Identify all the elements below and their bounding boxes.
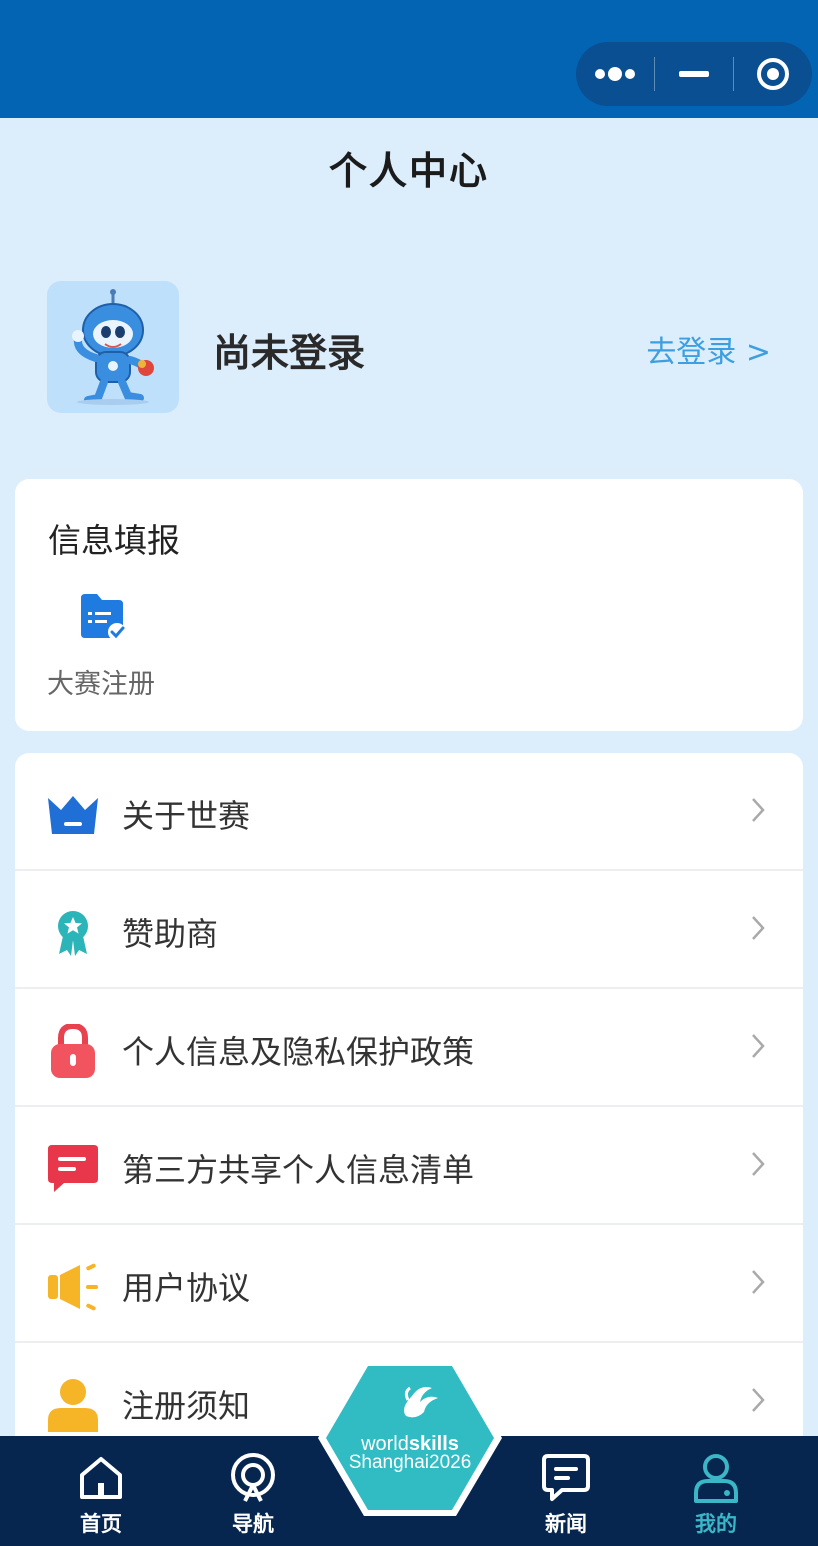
avatar[interactable] bbox=[47, 281, 179, 413]
login-status: 尚未登录 bbox=[213, 331, 366, 375]
chevron-right-icon bbox=[751, 797, 765, 827]
chevron-right-icon bbox=[751, 1269, 765, 1299]
tab-label: 我的 bbox=[695, 1512, 737, 1536]
chevron-right-icon bbox=[751, 915, 765, 945]
more-button[interactable] bbox=[576, 42, 654, 106]
chevron-right-icon bbox=[751, 1387, 765, 1417]
worldskills-logo-line2: Shanghai2026 bbox=[348, 1452, 472, 1473]
menu-item-privacy-policy[interactable]: 个人信息及隐私保护政策 bbox=[15, 989, 803, 1107]
menu-item-label: 注册须知 bbox=[122, 1387, 251, 1425]
competition-registration-label: 大赛注册 bbox=[47, 669, 155, 700]
menu-item-label: 赞助商 bbox=[122, 915, 219, 953]
message-list-icon bbox=[45, 1141, 101, 1197]
target-icon bbox=[757, 58, 789, 90]
menu-item-sponsors[interactable]: 赞助商 bbox=[15, 871, 803, 989]
news-chat-icon bbox=[540, 1452, 592, 1504]
competition-registration[interactable]: 大赛注册 bbox=[47, 590, 159, 700]
mini-program-capsule bbox=[576, 42, 812, 106]
lock-icon bbox=[45, 1023, 101, 1079]
tab-navigation[interactable]: 导航 bbox=[193, 1436, 313, 1546]
user-icon bbox=[45, 1377, 101, 1433]
login-link[interactable]: 去登录 > bbox=[646, 327, 771, 371]
megaphone-icon bbox=[45, 1259, 101, 1315]
menu-item-label: 个人信息及隐私保护政策 bbox=[122, 1033, 475, 1071]
mascot-avatar-icon bbox=[72, 289, 154, 405]
minimize-button[interactable] bbox=[655, 42, 733, 106]
tab-label: 首页 bbox=[80, 1512, 122, 1536]
profile-icon bbox=[693, 1452, 739, 1504]
info-card-title: 信息填报 bbox=[48, 521, 180, 560]
home-icon bbox=[78, 1452, 124, 1504]
location-pin-icon bbox=[229, 1452, 277, 1504]
tab-news[interactable]: 新闻 bbox=[506, 1436, 626, 1546]
worldskills-logo-line1: worldskills bbox=[361, 1433, 459, 1455]
menu-item-label: 用户协议 bbox=[122, 1269, 251, 1307]
more-dots-icon bbox=[595, 67, 635, 81]
crown-icon bbox=[45, 787, 101, 843]
minimize-icon bbox=[679, 71, 709, 77]
menu-item-about[interactable]: 关于世赛 bbox=[15, 753, 803, 871]
menu-item-third-party-list[interactable]: 第三方共享个人信息清单 bbox=[15, 1107, 803, 1225]
tab-mine[interactable]: 我的 bbox=[656, 1436, 776, 1546]
chevron-right-icon bbox=[751, 1151, 765, 1181]
folder-check-icon bbox=[79, 592, 127, 646]
tab-label: 导航 bbox=[232, 1512, 274, 1536]
close-button[interactable] bbox=[734, 42, 812, 106]
menu-item-user-agreement[interactable]: 用户协议 bbox=[15, 1225, 803, 1343]
chevron-right-icon bbox=[751, 1033, 765, 1063]
page-title: 个人中心 bbox=[328, 149, 489, 193]
award-ribbon-icon bbox=[45, 905, 101, 961]
tab-home[interactable]: 首页 bbox=[41, 1436, 161, 1546]
menu-item-label: 第三方共享个人信息清单 bbox=[122, 1151, 475, 1189]
tab-label: 新闻 bbox=[545, 1512, 587, 1536]
menu-item-label: 关于世赛 bbox=[122, 797, 251, 835]
